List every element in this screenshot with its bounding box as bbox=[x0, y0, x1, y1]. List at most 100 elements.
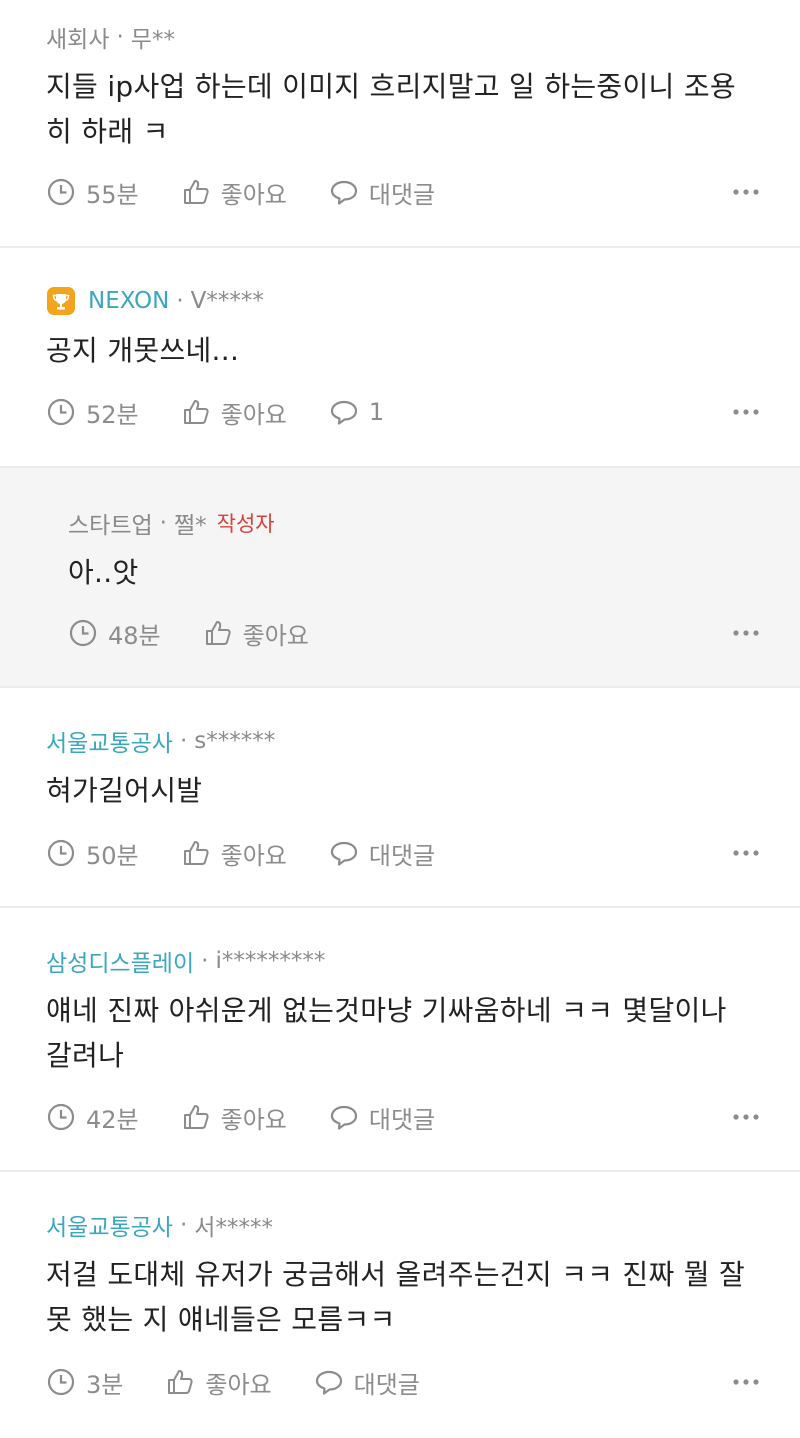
comment-meta: 삼성디스플레이 · i********* bbox=[46, 944, 760, 978]
like-label: 좋아요 bbox=[220, 180, 287, 209]
like-button[interactable]: 좋아요 bbox=[181, 395, 287, 430]
comment-actions: 50분 좋아요 대댓글 bbox=[46, 833, 760, 873]
comment-text: 저걸 도대체 유저가 궁금해서 올려주는건지 ㅋㅋ 진짜 뭘 잘 못 했는 지 … bbox=[46, 1258, 746, 1336]
like-button[interactable]: 좋아요 bbox=[181, 175, 287, 210]
comment-actions: 48분 좋아요 bbox=[68, 613, 760, 653]
time-ago: 3분 bbox=[46, 1365, 123, 1400]
comment-item: 새회사 · 무** 지들 ip사업 하는데 이미지 흐리지말고 일 하는중이니 … bbox=[0, 0, 800, 248]
company-name[interactable]: 새회사 bbox=[46, 20, 109, 54]
more-options-button[interactable] bbox=[732, 833, 760, 873]
reply-count: 1 bbox=[368, 398, 385, 426]
clock-icon bbox=[69, 619, 97, 647]
reply-label: 대댓글 bbox=[368, 841, 436, 870]
meta-separator: · bbox=[176, 288, 184, 314]
comment-text: 아..앗 bbox=[68, 556, 139, 589]
thumbs-up-icon bbox=[183, 1105, 209, 1129]
clock-icon bbox=[47, 398, 75, 426]
thumbs-up-icon bbox=[183, 400, 209, 424]
speech-bubble-icon bbox=[330, 400, 357, 425]
comment-meta: 새회사 · 무** bbox=[46, 20, 760, 54]
like-label: 좋아요 bbox=[220, 1105, 287, 1134]
time-label: 52분 bbox=[86, 400, 139, 429]
user-name: s****** bbox=[194, 728, 276, 754]
user-name: V***** bbox=[190, 288, 264, 314]
more-dots-icon bbox=[733, 850, 759, 856]
time-ago: 52분 bbox=[46, 395, 139, 430]
time-ago: 55분 bbox=[46, 175, 139, 210]
more-options-button[interactable] bbox=[732, 392, 760, 432]
user-name: i********* bbox=[215, 948, 326, 974]
company-name[interactable]: NEXON bbox=[88, 288, 169, 314]
time-label: 55분 bbox=[86, 180, 139, 209]
more-dots-icon bbox=[733, 1379, 759, 1385]
more-dots-icon bbox=[733, 409, 759, 415]
user-name: 서***** bbox=[194, 1215, 273, 1241]
reply-label: 대댓글 bbox=[353, 1370, 420, 1399]
thumbs-up-icon bbox=[168, 1370, 193, 1394]
reply-button[interactable]: 대댓글 bbox=[314, 1365, 420, 1400]
comment-meta: 서울교통공사 · 서***** bbox=[46, 1208, 760, 1242]
company-name[interactable]: 서울교통공사 bbox=[46, 1208, 173, 1242]
more-dots-icon bbox=[733, 1114, 759, 1120]
comment-text: 지들 ip사업 하는데 이미지 흐리지말고 일 하는중이니 조용히 하래 ㅋ bbox=[46, 70, 736, 148]
comment-item: 서울교통공사 · s****** 혀가길어시발 50분 좋아요 대댓글 bbox=[0, 688, 800, 908]
like-button[interactable]: 좋아요 bbox=[181, 1100, 287, 1135]
time-label: 48분 bbox=[108, 621, 161, 650]
like-label: 좋아요 bbox=[242, 621, 309, 650]
reply-button[interactable]: 대댓글 bbox=[329, 1100, 435, 1135]
author-badge: 작성자 bbox=[216, 512, 275, 536]
comment-text: 공지 개못쓰네... bbox=[46, 334, 240, 367]
company-name[interactable]: 삼성디스플레이 bbox=[46, 944, 194, 978]
comment-actions: 42분 좋아요 대댓글 bbox=[46, 1097, 760, 1137]
more-dots-icon bbox=[733, 630, 759, 636]
comment-text: 얘네 진짜 아쉬운게 없는것마냥 기싸움하네 ㅋㅋ 몇달이나 갈려나 bbox=[46, 994, 727, 1072]
speech-bubble-icon bbox=[330, 1105, 357, 1130]
comment-meta: NEXON · V***** bbox=[46, 284, 760, 318]
comment-meta: 서울교통공사 · s****** bbox=[46, 724, 760, 758]
comment-actions: 3분 좋아요 대댓글 bbox=[46, 1362, 760, 1402]
clock-icon bbox=[47, 178, 75, 206]
thumbs-up-icon bbox=[205, 621, 231, 645]
more-options-button[interactable] bbox=[732, 172, 760, 212]
comment-item: NEXON · V***** 공지 개못쓰네... 52분 좋아요 1 bbox=[0, 248, 800, 468]
clock-icon bbox=[47, 1103, 75, 1131]
time-ago: 48분 bbox=[68, 616, 161, 651]
meta-separator: · bbox=[116, 24, 124, 50]
thumbs-up-icon bbox=[183, 841, 209, 865]
speech-bubble-icon bbox=[330, 180, 357, 205]
time-ago: 50분 bbox=[46, 836, 139, 871]
company-name[interactable]: 스타트업 bbox=[68, 506, 153, 540]
time-label: 3분 bbox=[86, 1370, 124, 1399]
company-name[interactable]: 서울교통공사 bbox=[46, 724, 173, 758]
like-label: 좋아요 bbox=[205, 1370, 272, 1399]
thumbs-up-icon bbox=[183, 180, 209, 204]
comment-actions: 52분 좋아요 1 bbox=[46, 392, 760, 432]
like-label: 좋아요 bbox=[220, 400, 287, 429]
time-label: 42분 bbox=[86, 1105, 139, 1134]
speech-bubble-icon bbox=[315, 1370, 342, 1395]
meta-separator: · bbox=[159, 510, 167, 536]
like-label: 좋아요 bbox=[220, 841, 287, 870]
more-dots-icon bbox=[733, 189, 759, 195]
user-name: 쩔* bbox=[173, 513, 207, 539]
comment-meta: 스타트업 · 쩔* 작성자 bbox=[68, 506, 760, 540]
comment-item: 삼성디스플레이 · i********* 얘네 진짜 아쉬운게 없는것마냥 기싸… bbox=[0, 908, 800, 1172]
more-options-button[interactable] bbox=[732, 1362, 760, 1402]
like-button[interactable]: 좋아요 bbox=[165, 1365, 272, 1400]
more-options-button[interactable] bbox=[732, 1097, 760, 1137]
user-name: 무** bbox=[130, 27, 175, 53]
reply-button[interactable]: 대댓글 bbox=[329, 836, 435, 871]
trophy-icon bbox=[47, 287, 75, 315]
like-button[interactable]: 좋아요 bbox=[181, 836, 287, 871]
reply-label: 대댓글 bbox=[368, 1105, 436, 1134]
reply-button[interactable]: 1 bbox=[329, 397, 384, 427]
comment-item: 서울교통공사 · 서***** 저걸 도대체 유저가 궁금해서 올려주는건지 ㅋ… bbox=[0, 1172, 800, 1438]
reply-label: 대댓글 bbox=[368, 180, 436, 209]
more-options-button[interactable] bbox=[732, 613, 760, 653]
meta-separator: · bbox=[179, 728, 188, 754]
like-button[interactable]: 좋아요 bbox=[203, 616, 309, 651]
comment-actions: 55분 좋아요 대댓글 bbox=[46, 172, 760, 212]
meta-separator: · bbox=[179, 1212, 188, 1238]
reply-item: 스타트업 · 쩔* 작성자 아..앗 48분 좋아요 bbox=[0, 468, 800, 688]
reply-button[interactable]: 대댓글 bbox=[329, 175, 435, 210]
